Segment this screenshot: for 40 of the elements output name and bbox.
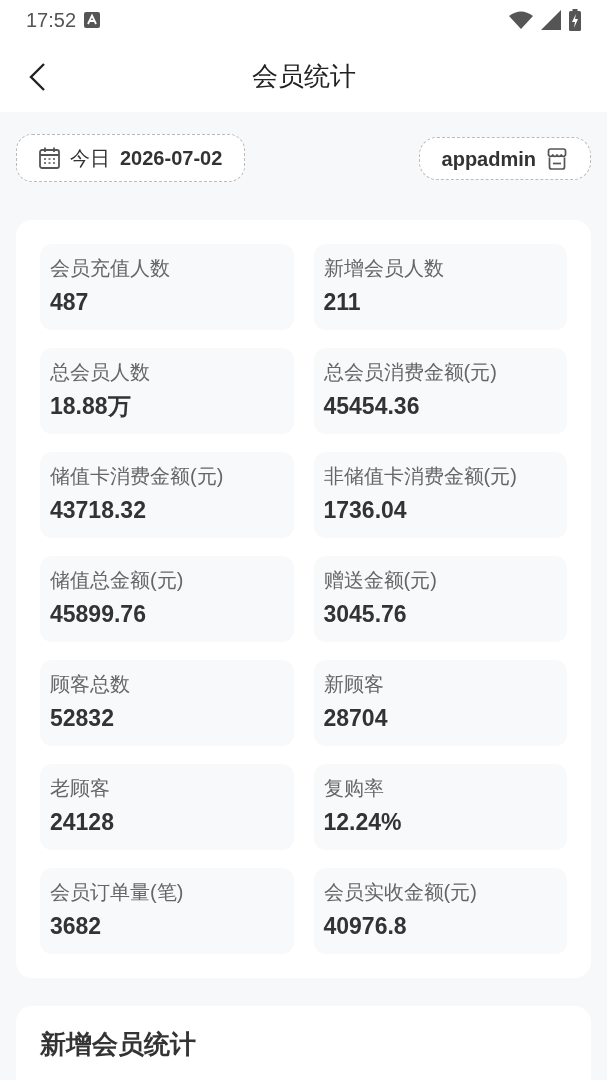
- store-icon: [546, 147, 568, 170]
- stat-value: 43718.32: [50, 496, 146, 524]
- stat-value: 487: [50, 288, 89, 316]
- wifi-icon: [509, 11, 533, 29]
- stat-value: 12.24%: [323, 808, 402, 836]
- stat-label: 复购率: [323, 776, 384, 800]
- stat-value: 1736.04: [323, 496, 407, 524]
- notification-icon: [84, 12, 101, 28]
- stat-label: 顾客总数: [50, 672, 130, 696]
- stat-label: 新顾客: [323, 672, 384, 696]
- stat-value: 52832: [50, 704, 114, 732]
- stat-value: 28704: [323, 704, 388, 732]
- stat-value: 18.88万: [50, 392, 131, 420]
- stat-label: 储值卡消费金额(元): [50, 464, 224, 488]
- stat-label: 新增会员人数: [323, 256, 444, 280]
- stat-value: 24128: [50, 808, 114, 836]
- stat-value: 45454.36: [323, 392, 420, 420]
- date-filter-button[interactable]: 今日 2026-07-02: [16, 134, 246, 182]
- status-time: 17:52: [26, 10, 77, 30]
- signal-icon: [541, 10, 561, 30]
- stat-value: 45899.76: [50, 600, 146, 628]
- stat-label: 老顾客: [50, 776, 110, 800]
- stat-label: 会员订单量(笔): [50, 880, 184, 904]
- stat-value: 3045.76: [323, 600, 407, 628]
- battery-charging-icon: [569, 9, 581, 31]
- stat-label: 会员实收金额(元): [323, 880, 477, 904]
- stat-label: 储值总金额(元): [50, 568, 184, 592]
- stat-value: 40976.8: [323, 912, 407, 940]
- stat-value: 211: [323, 288, 361, 316]
- page-title: 会员统计: [251, 63, 356, 89]
- stat-value: 3682: [50, 912, 102, 940]
- stat-label: 非储值卡消费金额(元): [323, 464, 517, 488]
- stat-label: 会员充值人数: [50, 256, 170, 280]
- stat-label: 赠送金额(元): [323, 568, 437, 592]
- stat-label: 总会员人数: [50, 360, 150, 384]
- store-filter-button[interactable]: appadmin: [418, 137, 591, 180]
- stat-label: 总会员消费金额(元): [323, 360, 497, 384]
- section-title: 新增会员统计: [40, 1028, 196, 1060]
- chevron-left-icon: [29, 63, 45, 91]
- calendar-icon: [39, 147, 60, 169]
